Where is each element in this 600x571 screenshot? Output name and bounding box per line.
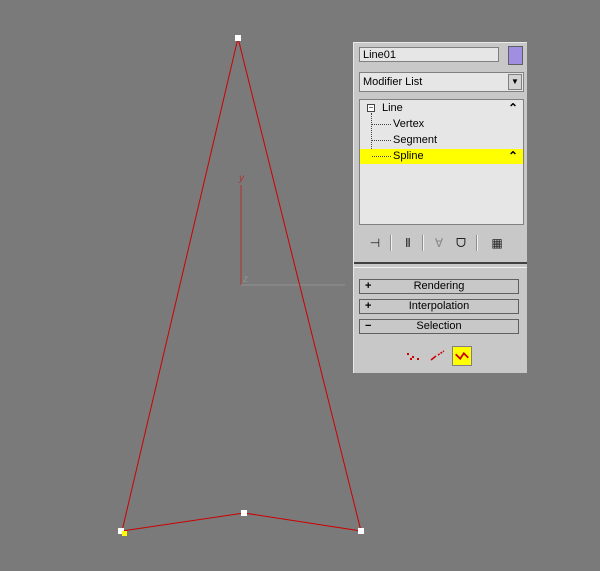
sub-object-caret-icon: ⌃ — [507, 149, 518, 163]
make-unique-icon[interactable]: ∀ — [429, 234, 449, 252]
remove-modifier-icon[interactable]: ᗜ — [451, 234, 471, 252]
rollout-label: Interpolation — [408, 300, 470, 312]
object-color-swatch[interactable] — [508, 46, 523, 65]
rollout-rendering[interactable]: + Rendering — [359, 279, 519, 294]
vertex-handle-top[interactable] — [235, 35, 241, 41]
segment-level-icon[interactable] — [428, 346, 448, 366]
stack-item-label: Segment — [393, 134, 438, 146]
gizmo-y-label: y — [238, 173, 245, 184]
selection-level-buttons — [404, 343, 474, 367]
gizmo-z-label: z — [242, 274, 248, 285]
sub-object-caret-icon: ⌃ — [507, 101, 518, 115]
object-name-field[interactable] — [359, 47, 499, 62]
rollout-label: Selection — [416, 320, 462, 332]
modifier-list-dropdown[interactable]: Modifier List ▼ — [359, 72, 524, 92]
stack-item-label: Vertex — [393, 118, 425, 130]
stack-item-spline[interactable]: Spline ⌃ — [360, 149, 523, 164]
panel-divider — [354, 262, 527, 268]
toolbar-separator — [422, 235, 424, 251]
pin-stack-icon[interactable]: ⊣ — [365, 234, 385, 252]
modifier-stack-toolbar: ⊣ Ⅱ ∀ ᗜ ▦ — [359, 232, 524, 254]
toolbar-separator — [390, 235, 392, 251]
configure-modifier-sets-icon[interactable]: ▦ — [487, 234, 507, 252]
tree-connector — [372, 124, 391, 125]
vertex-level-icon[interactable] — [404, 346, 424, 366]
stack-item-vertex[interactable]: Vertex — [360, 117, 523, 132]
stack-item-segment[interactable]: Segment — [360, 133, 523, 148]
tree-connector — [372, 156, 391, 157]
first-vertex-marker — [122, 531, 127, 536]
modify-command-panel: Modifier List ▼ − Line ⌃ Vertex Segment … — [353, 42, 527, 373]
stack-item-label: Line — [382, 102, 403, 114]
chevron-down-icon[interactable]: ▼ — [508, 74, 522, 90]
collapse-icon[interactable]: − — [367, 104, 375, 112]
rollout-label: Rendering — [413, 280, 465, 292]
show-end-result-icon[interactable]: Ⅱ — [398, 234, 418, 252]
stack-item-label: Spline — [393, 150, 424, 162]
spline-level-icon[interactable] — [452, 346, 472, 366]
modifier-stack[interactable]: − Line ⌃ Vertex Segment Spline ⌃ — [359, 99, 524, 225]
vertex-handle-bottom-right[interactable] — [358, 528, 364, 534]
toolbar-separator — [476, 235, 478, 251]
rollout-selection[interactable]: − Selection — [359, 319, 519, 334]
modifier-list-value: Modifier List — [363, 76, 423, 88]
tree-connector — [372, 140, 391, 141]
rollout-interpolation[interactable]: + Interpolation — [359, 299, 519, 314]
stack-item-line[interactable]: − Line ⌃ — [360, 101, 523, 116]
vertex-handle-bottom-mid[interactable] — [241, 510, 247, 516]
